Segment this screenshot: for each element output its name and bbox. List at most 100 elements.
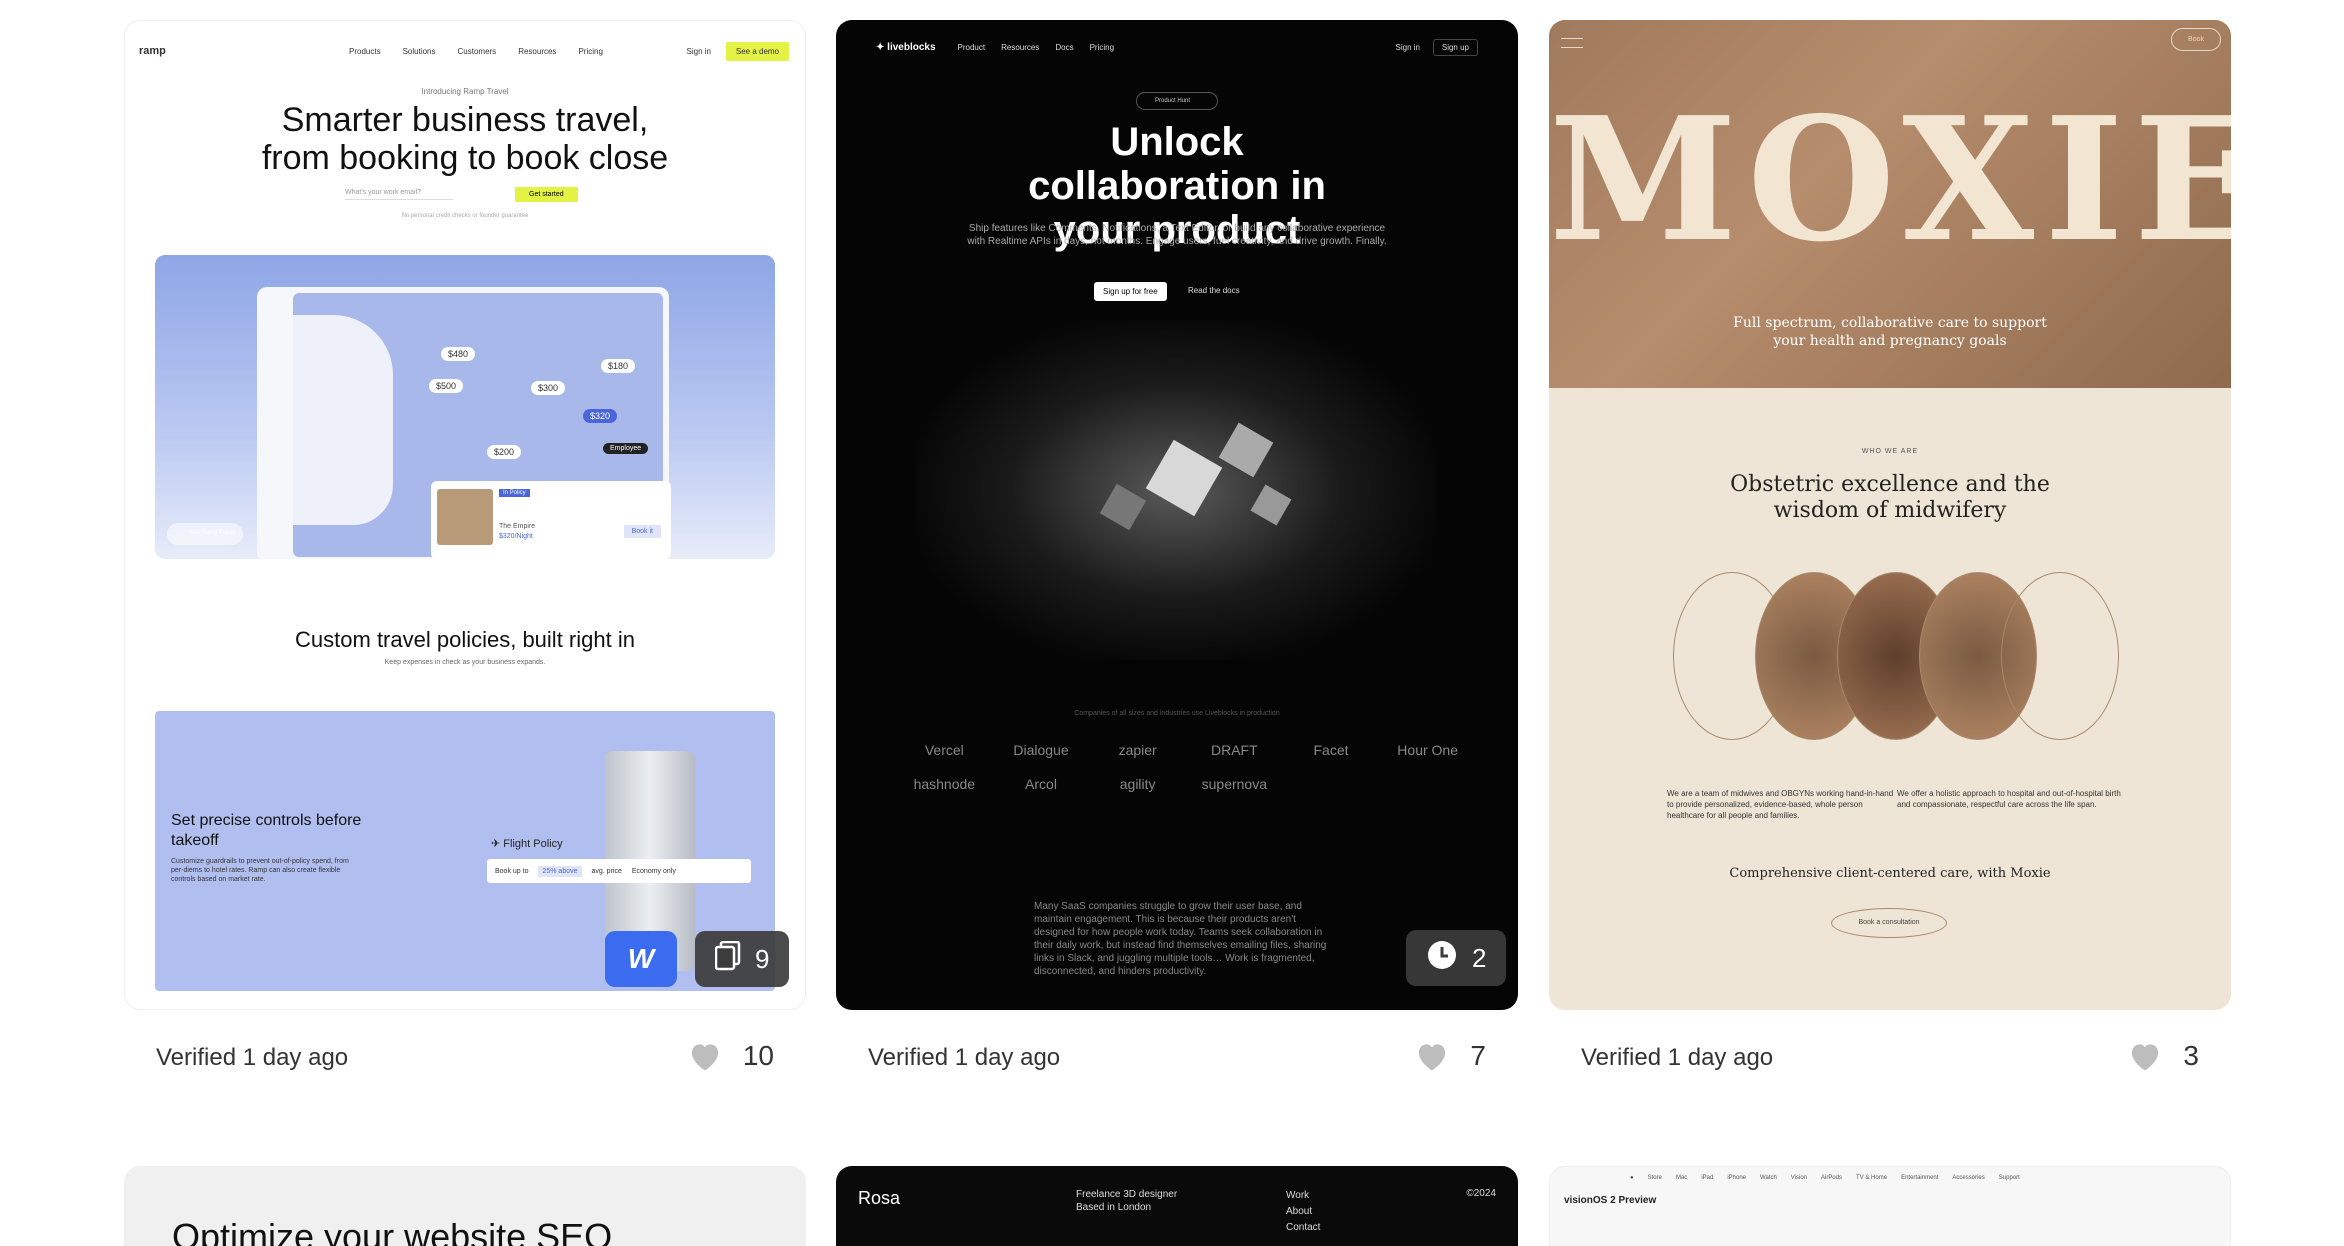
company-logo: Facet	[1313, 742, 1349, 758]
price-pin: $180	[601, 359, 636, 373]
like-count: 3	[2183, 1040, 2199, 1071]
moxie-consult-button: Book a consultation	[1831, 908, 1947, 938]
company-logo: agility	[1119, 776, 1156, 792]
moxie-wordmark: MOXIE	[1549, 80, 2231, 280]
ramp-section-title: Custom travel policies, built right in	[295, 627, 635, 652]
ramp-headline: Smarter business travel, from booking to…	[125, 101, 805, 177]
employee-tooltip: Employee	[603, 443, 649, 454]
ramp-nav-link: Solutions	[402, 46, 436, 56]
flight-policy-rule: Book up to 25% above avg. price Economy …	[487, 859, 751, 883]
ramp-headline-text: Smarter business travel, from booking to…	[261, 101, 669, 177]
verified-label: Verified 1 day ago	[156, 1044, 349, 1071]
cube-shape	[1250, 484, 1292, 526]
ramp-hotel-card: In Policy The Empire $320/Night Book it	[431, 481, 671, 559]
flight-policy-text: Flight Policy	[503, 838, 563, 850]
ramp-start-button: Get started	[515, 187, 578, 202]
ramp-policy-panel: Set precise controls before takeoff Cust…	[155, 711, 775, 991]
rule-economy: Economy only	[631, 867, 676, 875]
menu-icon	[1561, 38, 1583, 48]
history-count: 2	[1472, 942, 1487, 973]
site-card-visionos[interactable]: ● Store Mac iPad iPhone Watch Vision Air…	[1549, 1166, 2231, 1246]
lb-logo-grid: Vercel Dialogue zapier DRAFT Facet Hour …	[896, 742, 1476, 792]
site-card-liveblocks[interactable]: ✦ liveblocks Product Resources Docs Pric…	[836, 20, 1518, 1010]
apple-nav-item: iPhone	[1727, 1175, 1747, 1181]
ramp-panel-title: Set precise controls before takeoff	[171, 812, 362, 849]
webflow-badge[interactable]: W	[605, 931, 677, 987]
lb-signup-free-button: Sign up for free	[1094, 282, 1167, 301]
moxie-hero-image: Book MOXIE Full spectrum, collaborative …	[1549, 20, 2231, 388]
lb-nav: ✦ liveblocks Product Resources Docs Pric…	[876, 34, 1478, 60]
site-card-moxie[interactable]: Book MOXIE Full spectrum, collaborative …	[1549, 20, 2231, 1010]
ramp-nav: ramp Products Solutions Customers Resour…	[139, 31, 791, 71]
moxie-headline: Obstetric excellence and the wisdom of m…	[1549, 472, 2231, 524]
ramp-logo: ramp	[139, 45, 166, 57]
card-meta: Verified 1 day ago 7	[836, 1040, 1518, 1080]
company-logo: zapier	[1118, 742, 1157, 758]
apple-nav-item: iPad	[1701, 1175, 1714, 1181]
heart-icon	[691, 1044, 718, 1071]
moxie-headline-text: Obstetric excellence and the wisdom of m…	[1730, 472, 2050, 523]
price-pin-selected: $320	[583, 409, 618, 423]
company-logo: Vercel	[924, 742, 964, 758]
pages-icon	[714, 940, 741, 978]
apple-nav-item: TV & Home	[1856, 1175, 1888, 1181]
pages-count: 9	[755, 943, 770, 974]
seo-title: Optimize your website SEO	[172, 1216, 613, 1246]
rosa-menu-item: Contact	[1286, 1222, 1321, 1233]
rosa-menu-item: About	[1286, 1206, 1313, 1217]
ramp-demo-button: See a demo	[725, 41, 789, 61]
rosa-year: ©2024	[1466, 1188, 1496, 1199]
apple-nav-item: Watch	[1760, 1175, 1777, 1181]
price-pin: $480	[441, 347, 476, 361]
verified-label: Verified 1 day ago	[868, 1044, 1061, 1071]
company-logo: hashnode	[913, 776, 976, 792]
moxie-col-2: We offer a holistic approach to hospital…	[1897, 789, 2121, 809]
ramp-map-land	[293, 315, 393, 525]
history-count-badge[interactable]: 2	[1406, 930, 1507, 986]
price-pin: $200	[487, 445, 522, 459]
moxie-tagline-text: Full spectrum, collaborative care to sup…	[1733, 315, 2047, 349]
heart-icon	[2132, 1044, 2159, 1071]
lb-sign-in: Sign in	[1395, 42, 1420, 52]
gallery-grid: ramp Products Solutions Customers Resour…	[0, 0, 2344, 1246]
apple-nav: ● Store Mac iPad iPhone Watch Vision Air…	[1630, 1175, 2020, 1181]
card-meta: Verified 1 day ago 10	[124, 1040, 806, 1080]
site-card-seo[interactable]: Optimize your website SEO	[124, 1166, 806, 1246]
like-button[interactable]: 3	[2127, 1040, 2199, 1072]
verified-label: Verified 1 day ago	[1581, 1044, 1774, 1071]
rosa-menu: Work About Contact	[1286, 1188, 1320, 1236]
price-pin: $500	[429, 379, 464, 393]
ramp-nav-link: Resources	[518, 46, 557, 56]
moxie-comprehensive: Comprehensive client-centered care, with…	[1729, 866, 2051, 881]
lb-companies-note: Companies of all sizes and industries us…	[1074, 710, 1280, 717]
ramp-video-pill: See Ramp Travel	[167, 523, 243, 545]
lb-nav-link: Product	[957, 42, 986, 52]
like-button[interactable]: 10	[687, 1040, 774, 1072]
company-logo: Dialogue	[1013, 742, 1069, 758]
site-card-ramp[interactable]: ramp Products Solutions Customers Resour…	[124, 20, 806, 1010]
hotel-photo	[437, 489, 493, 545]
apple-nav-item: Support	[1998, 1175, 2020, 1181]
site-card-rosa[interactable]: Rosa Freelance 3D designer Based in Lond…	[836, 1166, 1518, 1246]
like-count: 7	[1470, 1040, 1486, 1071]
pages-count-badge[interactable]: 9	[695, 931, 790, 987]
apple-nav-item: Accessories	[1952, 1175, 1985, 1181]
rule-percent: 25% above	[538, 865, 582, 877]
ramp-section-sub: Keep expenses in check as your business …	[384, 659, 546, 666]
flight-policy-label: ✈ Flight Policy	[491, 838, 563, 850]
heart-icon	[1419, 1044, 1446, 1071]
ramp-hero-image: $480 $180 $500 $300 $320 $200 Employee I…	[155, 255, 775, 559]
outline-circle	[2001, 572, 2119, 740]
lb-nav-link: Docs	[1055, 42, 1074, 52]
ramp-note: No personal credit checks or founder gua…	[401, 213, 529, 219]
apple-nav-item: AirPods	[1821, 1175, 1843, 1181]
company-logo: Hour One	[1397, 742, 1458, 758]
like-button[interactable]: 7	[1414, 1040, 1486, 1072]
apple-nav-item: Vision	[1790, 1175, 1808, 1181]
lb-bottom-text: Many SaaS companies struggle to grow the…	[1034, 901, 1327, 977]
rule-avg: avg. price	[591, 867, 622, 875]
company-logo: DRAFT	[1210, 742, 1258, 758]
company-logo: supernova	[1201, 776, 1268, 792]
apple-nav-item: Store	[1647, 1175, 1662, 1181]
hotel-book: Book it	[623, 525, 661, 538]
